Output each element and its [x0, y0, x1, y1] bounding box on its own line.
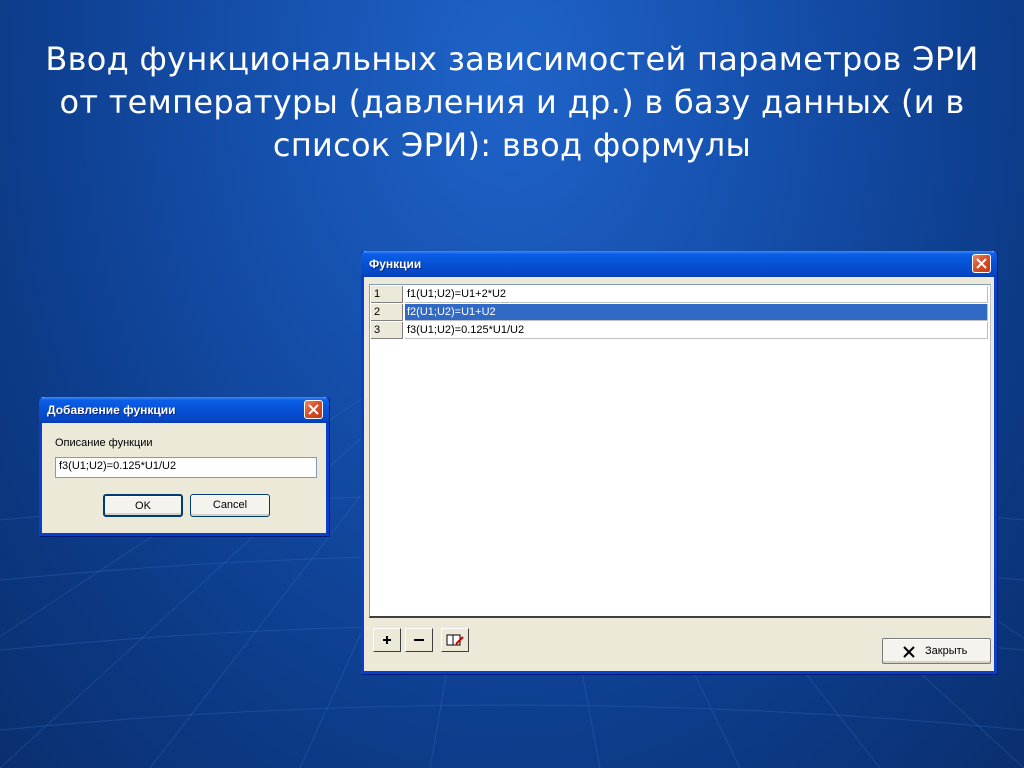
book-edit-icon — [446, 634, 464, 646]
table-row[interactable]: 1 f1(U1;U2)=U1+2*U2 — [371, 286, 988, 303]
add-function-close-button[interactable] — [304, 400, 323, 419]
minus-icon — [414, 639, 424, 641]
row-formula[interactable]: f1(U1;U2)=U1+2*U2 — [405, 286, 988, 303]
description-label: Описание функции — [55, 437, 153, 449]
row-number: 3 — [371, 322, 403, 339]
remove-function-button[interactable] — [405, 628, 433, 652]
plus-icon — [383, 636, 391, 644]
close-button[interactable]: Закрыть — [882, 638, 991, 664]
edit-function-button[interactable] — [441, 628, 469, 652]
close-button-label: Закрыть — [925, 645, 968, 657]
slide-title: Ввод функциональных зависимостей парамет… — [20, 38, 1004, 167]
add-function-button[interactable] — [373, 628, 401, 652]
ok-button[interactable]: OK — [103, 494, 183, 517]
cancel-button[interactable]: Cancel — [190, 494, 270, 517]
functions-close-x-button[interactable] — [972, 254, 991, 273]
functions-titlebar[interactable]: Функции — [361, 251, 997, 277]
table-row[interactable]: 3 f3(U1;U2)=0.125*U1/U2 — [371, 322, 988, 339]
row-number: 2 — [371, 304, 403, 321]
table-row[interactable]: 2 f2(U1;U2)=U1+U2 — [371, 304, 988, 321]
x-icon — [903, 646, 915, 658]
row-number: 1 — [371, 286, 403, 303]
slide-title-line-1: Ввод функциональных зависимостей парамет… — [45, 40, 979, 78]
formula-input[interactable]: f3(U1;U2)=0.125*U1/U2 — [55, 457, 317, 478]
add-function-dialog: Добавление функции Описание функции f3(U… — [39, 397, 329, 536]
row-formula[interactable]: f3(U1;U2)=0.125*U1/U2 — [405, 322, 988, 339]
functions-window: Функции 1 f1(U1;U2)=U1+2*U2 2 f2(U1;U2)=… — [361, 251, 997, 674]
row-formula[interactable]: f2(U1;U2)=U1+U2 — [405, 304, 988, 321]
slide-title-line-2: от температуры (давления и др.) в базу д… — [59, 83, 965, 121]
functions-list[interactable]: 1 f1(U1;U2)=U1+2*U2 2 f2(U1;U2)=U1+U2 3 … — [369, 284, 991, 618]
close-icon — [976, 258, 987, 269]
slide-title-line-3: список ЭРИ): ввод формулы — [272, 126, 752, 164]
add-function-title: Добавление функции — [47, 403, 176, 417]
functions-title: Функции — [369, 257, 422, 271]
add-function-titlebar[interactable]: Добавление функции — [39, 397, 329, 423]
close-icon — [308, 404, 319, 415]
